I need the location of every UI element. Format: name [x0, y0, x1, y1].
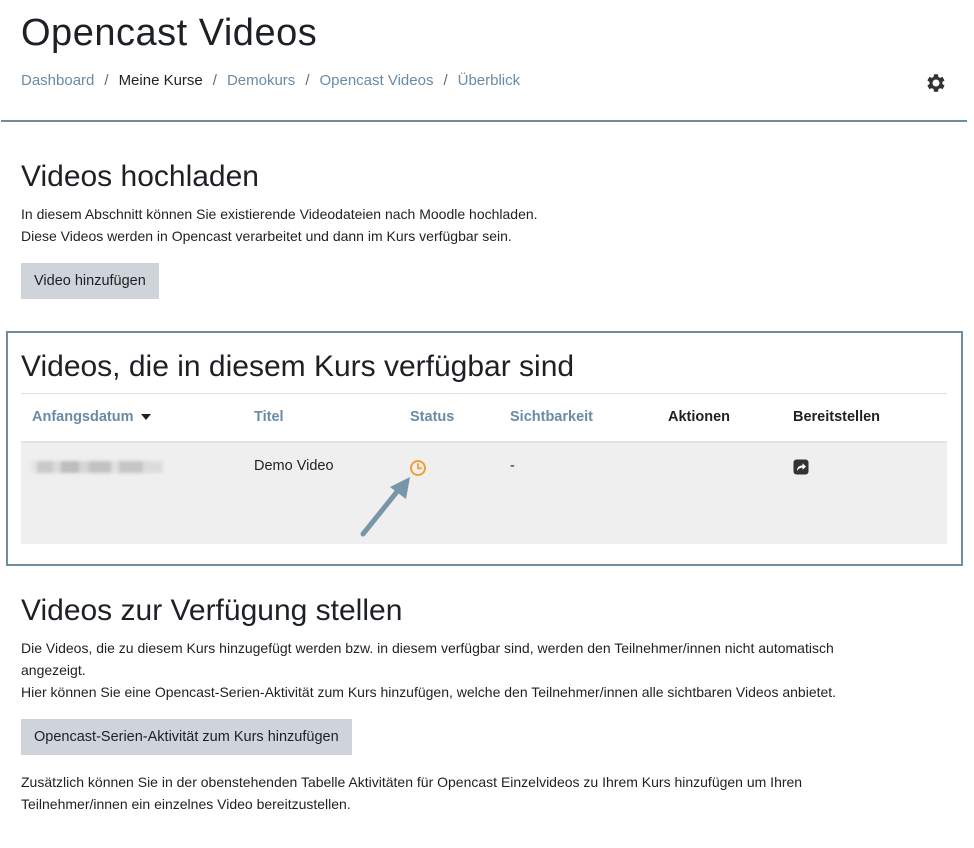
breadcrumb-demokurs[interactable]: Demokurs — [227, 72, 295, 89]
videos-table: Anfangsdatum Titel Status Sichtbarkeit A… — [21, 393, 947, 544]
available-videos-heading: Videos, die in diesem Kurs verfügbar sin… — [21, 350, 575, 383]
header-divider — [1, 120, 967, 122]
share-icon[interactable] — [793, 459, 809, 475]
breadcrumb-opencast-videos[interactable]: Opencast Videos — [319, 72, 433, 89]
breadcrumb-dashboard[interactable]: Dashboard — [21, 72, 94, 89]
provide-note-line1: Zusätzlich können Sie in der obenstehend… — [21, 774, 803, 790]
start-date-cell — [31, 461, 163, 473]
table-row: Demo Video - — [21, 443, 947, 544]
provide-note-line2: Teilnehmer/innen ein einzelnes Video ber… — [21, 796, 351, 812]
column-header-sichtbarkeit[interactable]: Sichtbarkeit — [510, 409, 593, 425]
breadcrumb-separator: / — [443, 72, 448, 89]
column-header-anfangsdatum[interactable]: Anfangsdatum — [32, 409, 151, 425]
breadcrumb-separator: / — [104, 72, 109, 89]
upload-description-line1: In diesem Abschnitt können Sie existiere… — [21, 206, 538, 222]
column-header-label: Anfangsdatum — [32, 409, 134, 425]
provide-videos-heading: Videos zur Verfügung stellen — [21, 594, 403, 627]
upload-description-line2: Diese Videos werden in Opencast verarbei… — [21, 228, 512, 244]
visibility-cell: - — [510, 458, 515, 474]
breadcrumb-meine-kurse: Meine Kurse — [118, 72, 203, 89]
column-header-status[interactable]: Status — [410, 409, 454, 425]
column-header-bereitstellen: Bereitstellen — [793, 409, 881, 425]
add-series-activity-button[interactable]: Opencast-Serien-Aktivität zum Kurs hinzu… — [21, 719, 352, 755]
breadcrumb-separator: / — [305, 72, 310, 89]
breadcrumb-separator: / — [212, 72, 217, 89]
provide-description-line3: Hier können Sie eine Opencast-Serien-Akt… — [21, 684, 837, 700]
sort-desc-icon — [140, 414, 151, 421]
page-title: Opencast Videos — [21, 12, 318, 54]
table-header: Anfangsdatum Titel Status Sichtbarkeit A… — [21, 393, 947, 443]
column-header-aktionen: Aktionen — [668, 409, 731, 425]
video-title-cell: Demo Video — [254, 458, 334, 474]
provide-description-line2: angezeigt. — [21, 662, 86, 678]
pointer-arrow-annotation — [360, 477, 410, 537]
provide-description-line1: Die Videos, die zu diesem Kurs hinzugefü… — [21, 640, 834, 656]
add-video-button[interactable]: Video hinzufügen — [21, 263, 159, 299]
column-header-titel[interactable]: Titel — [254, 409, 284, 425]
gear-icon[interactable] — [924, 71, 948, 95]
upload-heading: Videos hochladen — [21, 160, 259, 193]
breadcrumb-ueberblick[interactable]: Überblick — [458, 72, 521, 89]
breadcrumb: Dashboard / Meine Kurse / Demokurs / Ope… — [21, 72, 520, 89]
